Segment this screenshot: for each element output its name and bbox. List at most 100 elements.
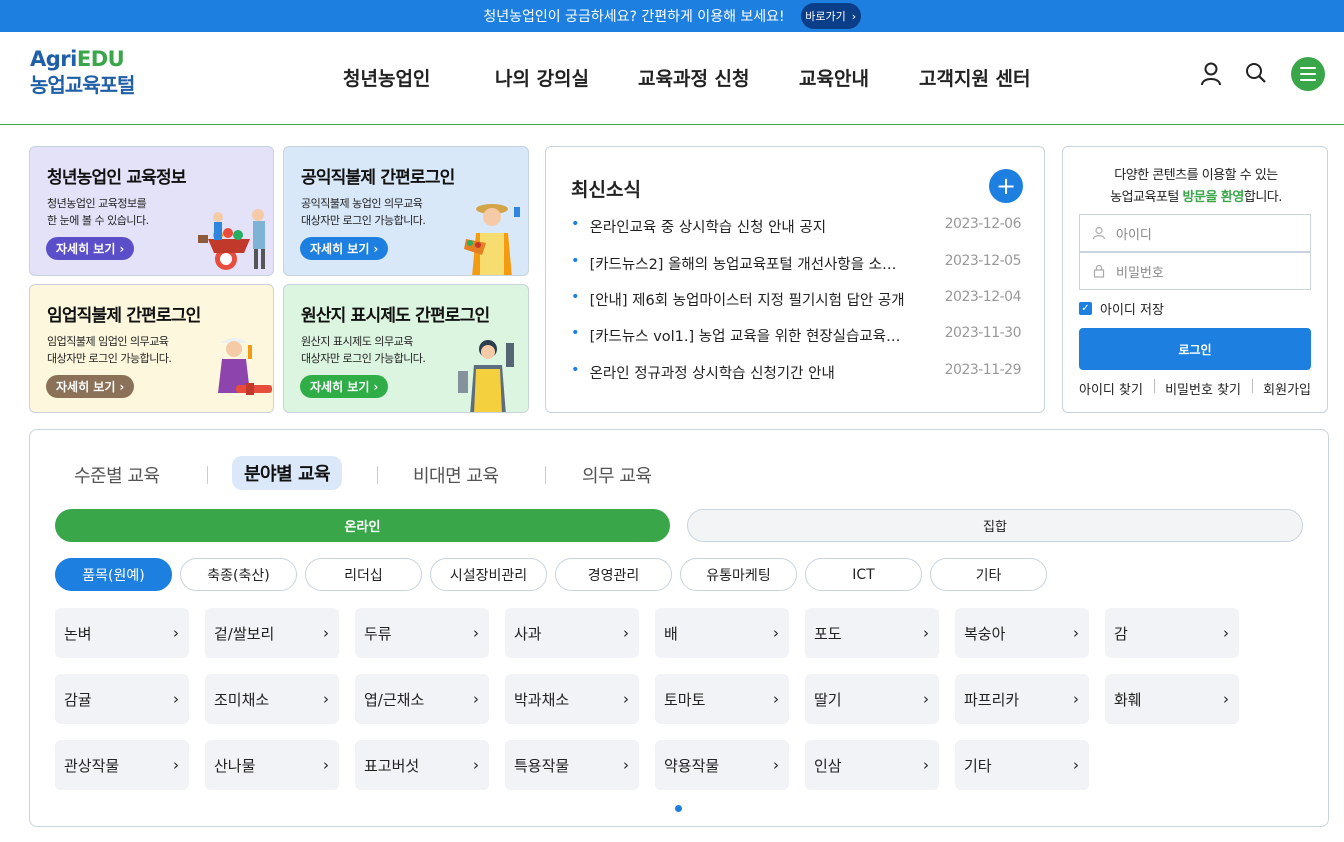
card-forest-payment-login[interactable]: 임업직불제 간편로그인 임업직불제 임업인 의무교육 대상자만 로그인 가능합니다… — [29, 284, 274, 413]
category-pill[interactable]: 품목(원예) — [55, 558, 172, 591]
crop-item-label: 사과 — [514, 624, 542, 643]
news-item[interactable]: • [카드뉴스2] 올해의 농업교육포털 개선사항을 소개합니다 2023-12-0… — [571, 253, 1022, 274]
more-button[interactable]: 자세히 보기 › — [46, 375, 135, 398]
crop-item[interactable]: 파프리카 › — [955, 674, 1089, 724]
category-pill[interactable]: 리더십 — [305, 558, 422, 591]
crop-item-label: 관상작물 — [64, 756, 120, 775]
crop-item[interactable]: 딸기 › — [805, 674, 939, 724]
crop-item-label: 겉/쌀보리 — [214, 624, 275, 643]
shortcut-button[interactable]: 바로가기 › — [800, 3, 861, 29]
find-password-link[interactable]: 비밀번호 찾기 — [1165, 379, 1241, 398]
save-id-checkbox[interactable]: ✓ 아이디 저장 — [1079, 299, 1164, 318]
card-desc: 원산지 표시제도 의무교육 대상자만 로그인 가능합니다. — [301, 335, 426, 365]
crop-item-label: 논벼 — [64, 624, 92, 643]
nav-young-farmer[interactable]: 청년농업인 — [343, 64, 430, 91]
crop-item-label: 화훼 — [1114, 690, 1142, 709]
login-panel: 다양한 콘텐츠를 이용할 수 있는 농업교육포털 방문을 환영합니다. 아이디 … — [1062, 146, 1328, 413]
chevron-right-icon: › — [923, 690, 929, 708]
crop-item[interactable]: 인삼 › — [805, 740, 939, 790]
bullet-icon: • — [571, 216, 580, 232]
category-pill[interactable]: 기타 — [930, 558, 1047, 591]
card-public-payment-login[interactable]: 공익직불제 간편로그인 공익직불제 농업인 의무교육 대상자만 로그인 가능합니다… — [283, 146, 529, 276]
news-date: 2023-12-05 — [944, 253, 1022, 269]
crop-item[interactable]: 약용작물 › — [655, 740, 789, 790]
more-button[interactable]: 자세히 보기 › — [300, 375, 389, 398]
logo-portal-name: 농업교육포털 — [30, 73, 135, 97]
card-origin-label-login[interactable]: 원산지 표시제도 간편로그인 원산지 표시제도 의무교육 대상자만 로그인 가능합… — [283, 284, 529, 413]
news-item[interactable]: • 온라인 정규과정 상시학습 신청기간 안내 2023-11-29 — [571, 362, 1022, 383]
category-pill[interactable]: 경영관리 — [555, 558, 672, 591]
user-icon[interactable] — [1200, 62, 1222, 86]
bullet-icon: • — [571, 362, 580, 378]
signup-link[interactable]: 회원가입 — [1263, 379, 1311, 398]
crop-item[interactable]: 사과 › — [505, 608, 639, 658]
login-button[interactable]: 로그인 — [1079, 328, 1311, 370]
news-item[interactable]: •[카드뉴스 vol1.] 농업 교육을 위한 현장실습교육장(WPL)2023… — [571, 325, 1022, 346]
card-desc: 임업직불제 임업인 의무교육 대상자만 로그인 가능합니다. — [47, 335, 172, 365]
crop-item[interactable]: 감 › — [1105, 608, 1239, 658]
more-button[interactable]: 자세히 보기 › — [46, 237, 135, 260]
crop-item[interactable]: 감귤 › — [55, 674, 189, 724]
account-links: 아이디 찾기 비밀번호 찾기 회원가입 — [1079, 379, 1311, 398]
mode-online[interactable]: 온라인 — [55, 509, 670, 542]
crop-item[interactable]: 배 › — [655, 608, 789, 658]
tab-level-education[interactable]: 수준별 교육 — [74, 462, 160, 488]
mode-offline[interactable]: 집합 — [687, 509, 1303, 542]
chevron-right-icon: › — [623, 690, 629, 708]
crop-item[interactable]: 특용작물 › — [505, 740, 639, 790]
crop-item[interactable]: 관상작물 › — [55, 740, 189, 790]
crop-item[interactable]: 엽/근채소 › — [355, 674, 489, 724]
crop-item[interactable]: 겉/쌀보리 › — [205, 608, 339, 658]
more-button[interactable]: 자세히 보기 › — [300, 237, 389, 260]
category-pill[interactable]: 축종(축산) — [180, 558, 297, 591]
category-pill[interactable]: 유통마케팅 — [680, 558, 797, 591]
news-date: 2023-12-04 — [944, 289, 1022, 305]
id-placeholder: 아이디 — [1116, 227, 1152, 243]
news-item[interactable]: • [안내] 제6회 농업마이스터 지정 필기시험 답안 공개 2023-12-04 — [571, 289, 1022, 310]
plus-icon[interactable]: + — [989, 169, 1023, 203]
menu-icon[interactable] — [1291, 57, 1325, 91]
shortcut-label: 바로가기 — [805, 10, 846, 23]
crop-item-label: 조미채소 — [214, 690, 270, 709]
news-item[interactable]: • 온라인교육 중 상시학습 신청 안내 공지 2023-12-06 — [571, 216, 1022, 237]
logo-edu: EDU — [76, 47, 125, 71]
nav-edu-guide[interactable]: 교육안내 — [799, 64, 869, 91]
chevron-right-icon: › — [1073, 624, 1079, 642]
crop-item-label: 파프리카 — [964, 690, 1020, 709]
site-logo[interactable]: AgriEDU 농업교육포털 — [30, 47, 135, 98]
crop-item-label: 포도 — [814, 624, 842, 643]
top-banner: 청년농업인이 궁금하세요? 간편하게 이용해 보세요! 바로가기 › — [0, 0, 1344, 32]
crop-item[interactable]: 화훼 › — [1105, 674, 1239, 724]
card-young-farmer-info[interactable]: 청년농업인 교육정보 청년농업인 교육정보를 한 눈에 볼 수 있습니다. 자세히… — [29, 146, 274, 276]
id-field[interactable]: 아이디 — [1079, 214, 1311, 252]
password-field[interactable]: 비밀번호 — [1079, 252, 1311, 290]
find-id-link[interactable]: 아이디 찾기 — [1079, 379, 1143, 398]
category-pill[interactable]: ICT — [805, 558, 922, 591]
nav-course-apply[interactable]: 교육과정 신청 — [638, 64, 750, 91]
crop-item[interactable]: 포도 › — [805, 608, 939, 658]
chevron-right-icon: › — [323, 690, 329, 708]
news-date: 2023-12-06 — [944, 216, 1022, 232]
nav-customer-center[interactable]: 고객지원 센터 — [919, 64, 1031, 91]
search-icon[interactable] — [1245, 62, 1267, 84]
crop-item-label: 인삼 — [814, 756, 842, 775]
tab-field-education[interactable]: 분야별 교육 — [232, 456, 343, 490]
category-pill[interactable]: 시설장비관리 — [430, 558, 547, 591]
chevron-right-icon: › — [623, 624, 629, 642]
pagination-dot[interactable] — [675, 805, 682, 812]
crop-item[interactable]: 산나물 › — [205, 740, 339, 790]
crop-item[interactable]: 표고버섯 › — [355, 740, 489, 790]
crop-item[interactable]: 기타 › — [955, 740, 1089, 790]
nav-my-classroom[interactable]: 나의 강의실 — [495, 64, 589, 91]
crop-item[interactable]: 조미채소 › — [205, 674, 339, 724]
crop-item[interactable]: 토마토 › — [655, 674, 789, 724]
save-id-label: 아이디 저장 — [1100, 303, 1164, 318]
tab-online-education[interactable]: 비대면 교육 — [413, 462, 499, 488]
tab-mandatory-education[interactable]: 의무 교육 — [582, 462, 652, 488]
crop-item[interactable]: 복숭아 › — [955, 608, 1089, 658]
crop-item[interactable]: 박과채소 › — [505, 674, 639, 724]
chevron-right-icon: › — [473, 624, 479, 642]
crop-item[interactable]: 논벼 › — [55, 608, 189, 658]
chevron-right-icon: › — [119, 379, 125, 394]
crop-item[interactable]: 두류 › — [355, 608, 489, 658]
